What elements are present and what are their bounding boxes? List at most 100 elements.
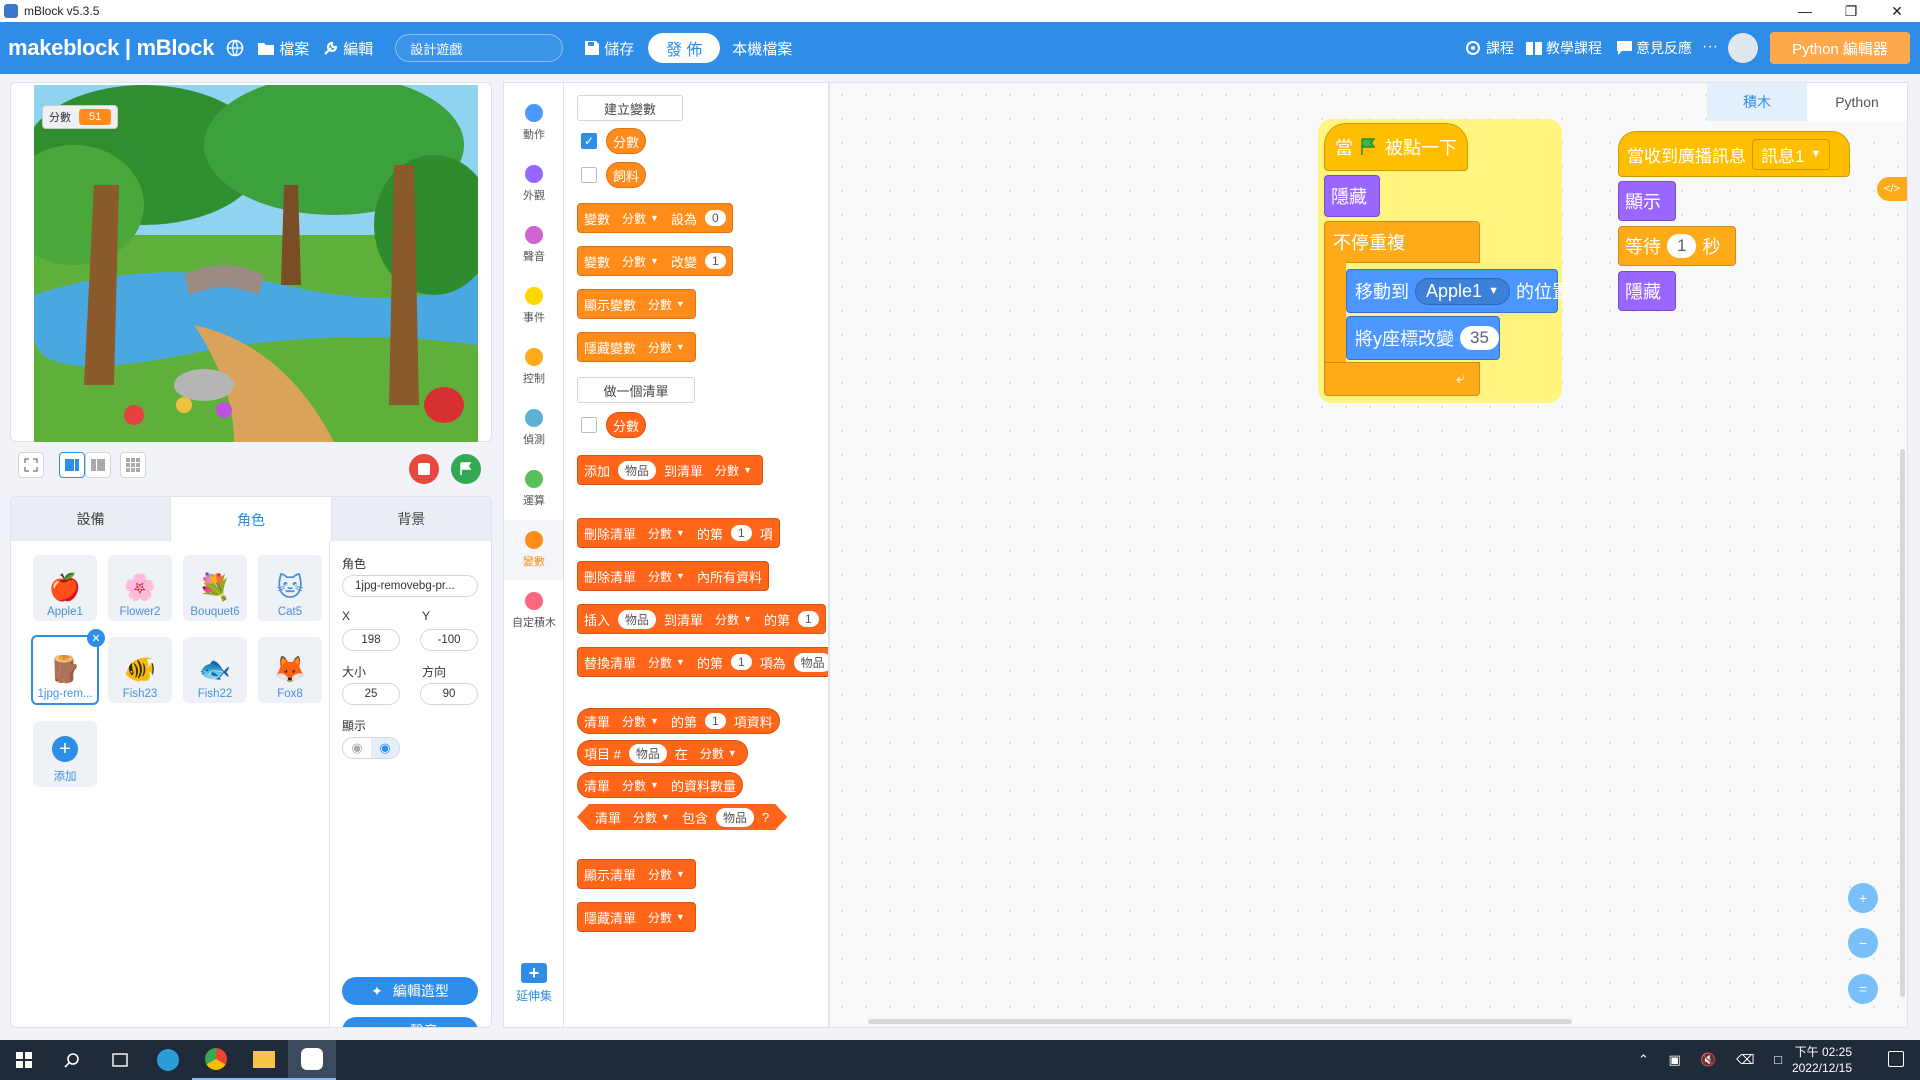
variable-reporter[interactable]: 飼料 — [606, 162, 647, 188]
vertical-scrollbar[interactable] — [1900, 449, 1905, 997]
more-menu-button[interactable]: ··· — [1702, 38, 1718, 56]
system-clock[interactable]: 下午 02:25 2022/12/15 — [1792, 1044, 1852, 1076]
when-flag-clicked-block[interactable]: 當 被點一下 — [1324, 123, 1468, 171]
reset-zoom-icon[interactable]: = — [1848, 974, 1878, 1004]
list-dropdown[interactable]: 分數 ▼ — [695, 743, 741, 763]
list-contains-boolean[interactable]: 清單 分數 ▼ 包含 物品? — [577, 804, 787, 830]
list-dropdown[interactable]: 分數 ▼ — [644, 864, 689, 884]
variable-dropdown[interactable]: 分數 ▼ — [644, 337, 689, 357]
variable-dropdown[interactable]: 分數 ▼ — [618, 208, 663, 228]
windows-start-icon[interactable] — [0, 1040, 48, 1080]
zoom-out-icon[interactable]: − — [1848, 928, 1878, 958]
category-events[interactable]: 事件 — [504, 276, 564, 336]
list-dropdown[interactable]: 分數 ▼ — [644, 523, 689, 543]
x-field[interactable]: 198 — [342, 629, 400, 651]
large-stage-icon[interactable] — [59, 452, 85, 478]
local-file-button[interactable]: 本機檔案 — [732, 38, 792, 59]
set-variable-block[interactable]: 變數 分數 ▼ 設為 0 — [577, 203, 733, 233]
show-list-block[interactable]: 顯示清單 分數 ▼ — [577, 859, 696, 889]
insert-list-item-block[interactable]: 插入 物品 到清單 分數 ▼ 的第 1 — [577, 604, 826, 634]
hide-block[interactable]: 隱藏 — [1618, 271, 1676, 311]
add-to-list-block[interactable]: 添加 物品 到清單 分數 ▼ — [577, 455, 763, 485]
when-receive-broadcast-block[interactable]: 當收到廣播訊息 訊息1 ▼ — [1618, 131, 1850, 177]
tab-backgrounds[interactable]: 背景 — [332, 497, 491, 541]
list-dropdown[interactable]: 分數 ▼ — [711, 609, 756, 629]
category-looks[interactable]: 外觀 — [504, 154, 564, 214]
stop-button[interactable] — [409, 454, 439, 484]
show-variable-block[interactable]: 顯示變數 分數 ▼ — [577, 289, 696, 319]
list-dropdown[interactable]: 分數 ▼ — [644, 566, 689, 586]
make-list-button[interactable]: 做一個清單 — [577, 377, 695, 403]
go-to-block[interactable]: 移動到 Apple1 ▼ 的位置 — [1346, 269, 1570, 313]
hide-block[interactable]: 隱藏 — [1324, 175, 1380, 217]
change-y-block[interactable]: 將y座標改變 35 — [1346, 316, 1500, 360]
variable-reporter[interactable]: 分數 — [606, 128, 647, 154]
list-dropdown[interactable]: 分數 ▼ — [644, 652, 689, 672]
sprite-tile[interactable]: 🐱 Cat5 — [258, 555, 322, 621]
publish-button[interactable]: 發 佈 — [648, 33, 721, 63]
list-checkbox[interactable] — [581, 417, 597, 433]
code-toggle-icon[interactable]: </> — [1877, 177, 1907, 201]
category-my-blocks[interactable]: 自定積木 — [504, 581, 564, 641]
sprite-tile[interactable]: 🦊 Fox8 — [258, 637, 322, 703]
category-variables[interactable]: 變數 — [504, 520, 564, 580]
variable-dropdown[interactable]: 分數 ▼ — [644, 294, 689, 314]
sound-button[interactable]: 🔈 聲音 — [342, 1017, 478, 1027]
delete-list-item-block[interactable]: 刪除清單 分數 ▼ 的第 1 項 — [577, 518, 780, 548]
feedback-button[interactable]: 意見反應 — [1617, 38, 1692, 58]
value-input[interactable]: 35 — [1460, 326, 1499, 350]
delete-sprite-icon[interactable]: ✕ — [87, 629, 105, 647]
y-field[interactable]: -100 — [420, 629, 478, 651]
minimize-icon[interactable]: — — [1782, 0, 1828, 22]
script-workspace[interactable]: 積木 Python 當 被點一下 隱藏 不停重複 ⤶ 移動到 Apple1 ▼ 的… — [829, 82, 1908, 1028]
item-of-list-reporter[interactable]: 清單 分數 ▼ 的第 1 項資料 — [577, 708, 780, 734]
value-input[interactable]: 物品 — [618, 609, 657, 629]
sprite-tile-selected[interactable]: 🪵 1jpg-rem... ✕ — [31, 629, 105, 705]
value-input[interactable]: 0 — [704, 210, 726, 226]
value-input[interactable]: 1 — [798, 611, 819, 627]
hidden-eye-icon[interactable]: ◉ — [343, 738, 371, 758]
list-dropdown[interactable]: 分數 ▼ — [644, 907, 689, 927]
language-globe-icon[interactable] — [226, 39, 244, 57]
value-input[interactable]: 物品 — [628, 743, 667, 763]
task-view-icon[interactable] — [96, 1040, 144, 1080]
search-icon[interactable] — [48, 1040, 96, 1080]
add-sprite-button[interactable]: + 添加 — [33, 721, 97, 787]
notification-icon[interactable] — [1888, 1051, 1904, 1067]
small-stage-icon[interactable] — [85, 452, 111, 478]
tab-python-view[interactable]: Python — [1807, 83, 1907, 121]
zoom-in-icon[interactable]: + — [1848, 883, 1878, 913]
chrome-browser-icon[interactable] — [192, 1040, 240, 1080]
value-input[interactable]: 1 — [730, 654, 752, 670]
value-input[interactable]: 物品 — [716, 808, 754, 827]
show-block[interactable]: 顯示 — [1618, 181, 1676, 221]
replace-list-item-block[interactable]: 替換清單 分數 ▼ 的第 1 項為 物品 — [577, 647, 828, 677]
category-operators[interactable]: 運算 — [504, 459, 564, 519]
value-input[interactable]: 1 — [1667, 234, 1697, 258]
save-button[interactable]: 儲存 — [585, 38, 634, 59]
stage-canvas[interactable]: 分數 51 — [34, 85, 478, 442]
hide-variable-block[interactable]: 隱藏變數 分數 ▼ — [577, 332, 696, 362]
tab-sprites[interactable]: 角色 — [171, 497, 332, 541]
fullscreen-icon[interactable] — [18, 452, 44, 478]
grid-view-icon[interactable] — [120, 452, 146, 478]
edge-browser-icon[interactable] — [144, 1040, 192, 1080]
category-motion[interactable]: 動作 — [504, 93, 564, 153]
direction-field[interactable]: 90 — [420, 683, 478, 705]
restore-icon[interactable]: ❐ — [1828, 0, 1874, 22]
sprite-tile[interactable]: 🌸 Flower2 — [108, 555, 172, 621]
target-dropdown[interactable]: Apple1 ▼ — [1415, 277, 1510, 305]
sprite-tile[interactable]: 🐠 Fish23 — [108, 637, 172, 703]
forever-block[interactable]: 不停重複 — [1324, 221, 1480, 263]
edit-costume-button[interactable]: ✦ 編輯造型 — [342, 977, 478, 1005]
sprite-tile[interactable]: 💐 Bouquet6 — [183, 555, 247, 621]
user-avatar[interactable] — [1728, 33, 1758, 63]
variable-checkbox-checked[interactable]: ✓ — [581, 133, 597, 149]
python-editor-button[interactable]: Python 編輯器 — [1770, 32, 1910, 64]
file-explorer-icon[interactable] — [240, 1040, 288, 1080]
sprite-name-field[interactable]: 1jpg-removebg-pr... — [342, 575, 478, 597]
green-flag-button[interactable] — [451, 454, 481, 484]
variable-dropdown[interactable]: 分數 ▼ — [618, 251, 663, 271]
tab-blocks-view[interactable]: 積木 — [1707, 83, 1807, 121]
list-dropdown[interactable]: 分數 ▼ — [629, 808, 674, 827]
